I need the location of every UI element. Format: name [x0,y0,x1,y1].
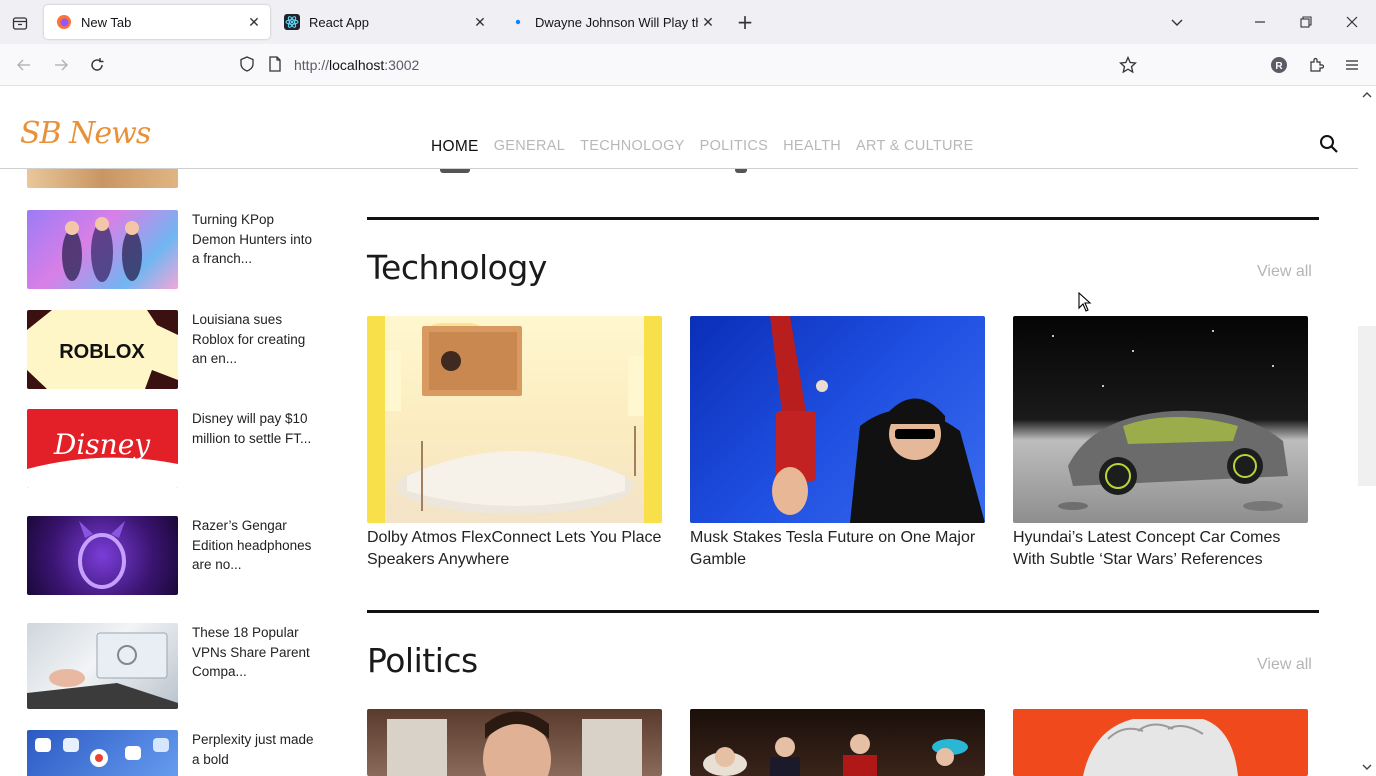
article-title: Disney will pay $10 million to settle FT… [192,411,312,446]
main-menu: HOME GENERAL TECHNOLOGY POLITICS HEALTH … [431,138,989,156]
firefox-icon [56,14,72,30]
account-avatar[interactable]: R [1268,54,1290,76]
extensions-icon[interactable] [1305,54,1327,76]
article-title: Razer’s Gengar Edition headphones are no… [192,518,312,572]
disney-logo-text: Disney [53,428,151,461]
article-image [690,709,985,776]
article-image [1013,316,1308,523]
shield-icon[interactable] [238,55,256,77]
scroll-up-icon[interactable] [1360,88,1374,102]
restore-icon[interactable] [1295,11,1317,33]
article-title: Musk Stakes Tesla Future on One Major Ga… [690,529,976,568]
reload-icon[interactable] [86,54,108,76]
menu-home[interactable]: HOME [431,138,479,156]
article-card[interactable] [1013,709,1308,776]
site-logo[interactable]: SB News [20,116,151,151]
article-title: Perplexity just made a bold [192,732,314,767]
view-all-politics-link[interactable]: View all [1257,656,1312,674]
section-title-technology: Technology [367,248,547,287]
list-item[interactable]: Disney Disney will pay $10 million to se… [27,409,327,489]
close-window-icon[interactable] [1341,11,1363,33]
article-thumbnail: ROBLOX [27,310,178,389]
menu-art-culture[interactable]: ART & CULTURE [856,138,974,156]
text-remnant [440,169,470,173]
new-tab-icon[interactable]: + [734,10,756,34]
close-tab-icon[interactable]: ✕ [698,12,718,32]
bookmark-star-icon[interactable] [1117,54,1139,76]
article-title: Turning KPop Demon Hunters into a franch… [192,212,313,266]
back-icon[interactable] [13,54,35,76]
article-thumbnail [27,623,178,709]
menu-politics[interactable]: POLITICS [700,138,768,156]
list-all-tabs-icon[interactable] [1166,11,1188,33]
article-card[interactable] [690,709,985,776]
forward-icon[interactable] [50,54,72,76]
article-image [690,316,985,523]
article-thumbnail [27,730,178,776]
navigation-toolbar: http://localhost:3002 R [0,44,1376,86]
roblox-logo-text: ROBLOX [59,341,145,363]
article-image [367,316,662,523]
previous-article-thumbnail[interactable] [27,169,178,188]
scrollbar-thumb[interactable] [1358,326,1376,486]
list-item[interactable]: These 18 Popular VPNs Share Parent Compa… [27,623,327,709]
list-item[interactable]: Turning KPop Demon Hunters into a franch… [27,210,327,290]
article-title: Dolby Atmos FlexConnect Lets You Place S… [367,529,662,568]
list-item[interactable]: Perplexity just made a bold [27,730,327,776]
article-title: Hyundai’s Latest Concept Car Comes With … [1013,529,1281,568]
article-card[interactable]: Dolby Atmos FlexConnect Lets You Place S… [367,316,662,571]
article-card[interactable] [367,709,662,776]
avatar-initial: R [1275,61,1283,72]
tab-title: Dwayne Johnson Will Play the C [535,14,698,30]
tab-react-app[interactable]: React App ✕ [272,5,496,39]
url-port: :3002 [384,57,420,73]
menu-icon[interactable] [1341,54,1363,76]
article-image [1013,709,1308,776]
section-title-politics: Politics [367,641,478,680]
tab-title: React App [309,14,369,30]
address-bar[interactable]: http://localhost:3002 [294,57,419,73]
section-divider [367,610,1319,613]
article-thumbnail [27,210,178,289]
list-item[interactable]: ROBLOX Louisiana sues Roblox for creatin… [27,310,327,390]
tab-new-tab[interactable]: New Tab ✕ [44,5,270,39]
loading-dot-icon [510,14,526,30]
scroll-down-icon[interactable] [1360,760,1374,774]
close-tab-icon[interactable]: ✕ [470,12,490,32]
list-item[interactable]: Razer’s Gengar Edition headphones are no… [27,516,327,596]
article-image [367,709,662,776]
text-remnant [735,169,747,173]
search-icon[interactable] [1318,133,1340,155]
menu-technology[interactable]: TECHNOLOGY [580,138,685,156]
article-title: These 18 Popular VPNs Share Parent Compa… [192,625,310,679]
close-tab-icon[interactable]: ✕ [244,12,264,32]
article-thumbnail: Disney [27,409,178,488]
mouse-cursor-icon [1078,291,1092,312]
view-all-technology-link[interactable]: View all [1257,263,1312,281]
section-divider [367,217,1319,220]
article-card[interactable]: Musk Stakes Tesla Future on One Major Ga… [690,316,985,571]
page-content: SB News HOME GENERAL TECHNOLOGY POLITICS… [0,86,1376,776]
minimize-icon[interactable] [1249,11,1271,33]
react-icon [284,14,300,30]
page-icon[interactable] [266,55,284,77]
article-card[interactable]: Hyundai’s Latest Concept Car Comes With … [1013,316,1308,571]
tab-overview-icon[interactable] [8,12,32,34]
menu-health[interactable]: HEALTH [783,138,841,156]
tab-title: New Tab [81,14,132,30]
url-host: localhost [329,57,385,73]
menu-general[interactable]: GENERAL [494,138,565,156]
tab-bar: New Tab ✕ React App ✕ Dwayne Johnson Wil… [0,0,1376,44]
article-title: Louisiana sues Roblox for creating an en… [192,312,306,366]
site-header: SB News HOME GENERAL TECHNOLOGY POLITICS… [0,86,1358,169]
article-thumbnail [27,516,178,595]
url-scheme: http:// [294,57,330,73]
tab-dwayne-johnson[interactable]: Dwayne Johnson Will Play the C ✕ [498,5,724,39]
